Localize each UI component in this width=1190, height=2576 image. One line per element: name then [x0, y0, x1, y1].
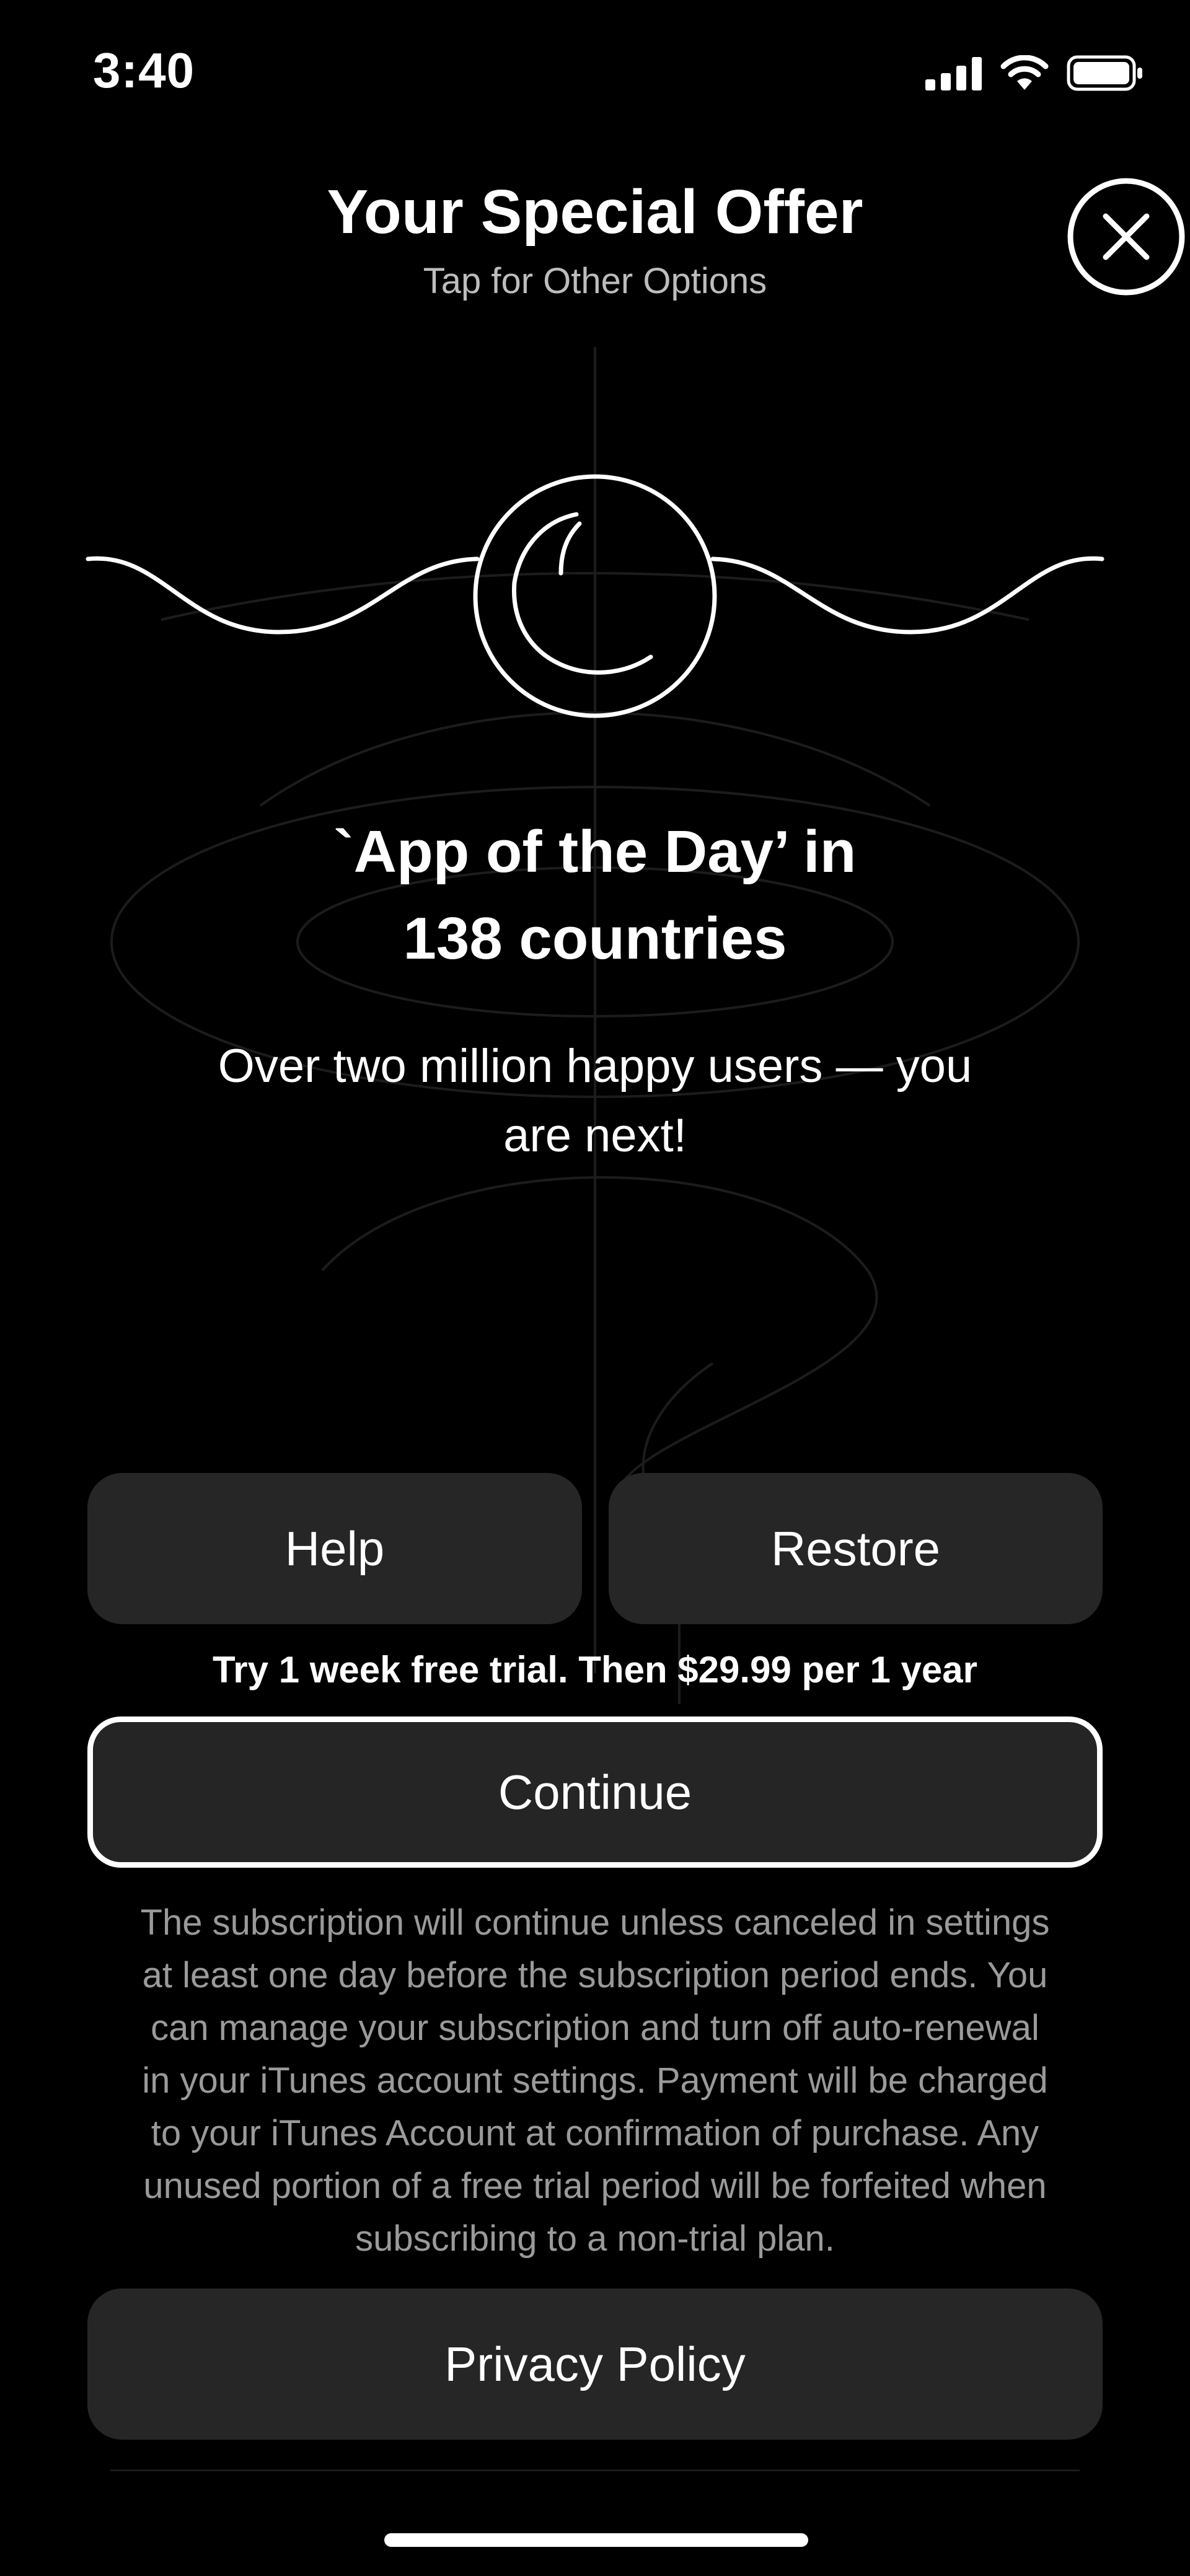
legal-line: to your iTunes Account at confirmation o… [151, 2113, 1039, 2153]
headline: `App of the Day’ in 138 countries [99, 809, 1091, 982]
continue-button[interactable]: Continue [87, 1717, 1103, 1868]
help-button[interactable]: Help [87, 1473, 582, 1624]
moon-circle [473, 474, 717, 718]
other-options-link[interactable]: Tap for Other Options [0, 260, 1190, 302]
legal-line: unused portion of a free trial period wi… [143, 2166, 1047, 2206]
moon-wave-illustration [86, 474, 1104, 718]
moon-icon [512, 512, 653, 675]
page-title: Your Special Offer [327, 177, 863, 247]
home-indicator[interactable] [384, 2533, 808, 2547]
subheadline-line: are next! [503, 1109, 687, 1162]
legal-line: The subscription will continue unless ca… [140, 1902, 1050, 1943]
legal-text: The subscription will continue unless ca… [81, 1896, 1109, 2265]
legal-line: can manage your subscription and turn of… [151, 2008, 1039, 2048]
divider [110, 2469, 1080, 2471]
close-button[interactable] [1065, 175, 1188, 298]
legal-line: at least one day before the subscription… [142, 1955, 1048, 1995]
trial-info: Try 1 week free trial. Then $29.99 per 1… [212, 1649, 978, 1690]
headline-line: `App of the Day’ in [333, 819, 857, 885]
subheadline-line: Over two million happy users — you [218, 1040, 972, 1092]
status-icons [925, 55, 1144, 92]
status-time: 3:40 [93, 43, 195, 98]
subheadline: Over two million happy users — you are n… [99, 1032, 1091, 1171]
battery-icon [1067, 55, 1142, 91]
legal-line: in your iTunes account settings. Payment… [142, 2060, 1048, 2101]
privacy-policy-button[interactable]: Privacy Policy [87, 2288, 1103, 2440]
headline-line: 138 countries [403, 905, 787, 972]
signal-icon [925, 57, 982, 90]
wifi-icon [1000, 55, 1049, 90]
restore-button[interactable]: Restore [609, 1473, 1103, 1624]
wave-left [86, 556, 480, 635]
legal-line: subscribing to a non-trial plan. [355, 2218, 835, 2259]
close-icon [1067, 178, 1185, 296]
wave-right [710, 556, 1104, 635]
